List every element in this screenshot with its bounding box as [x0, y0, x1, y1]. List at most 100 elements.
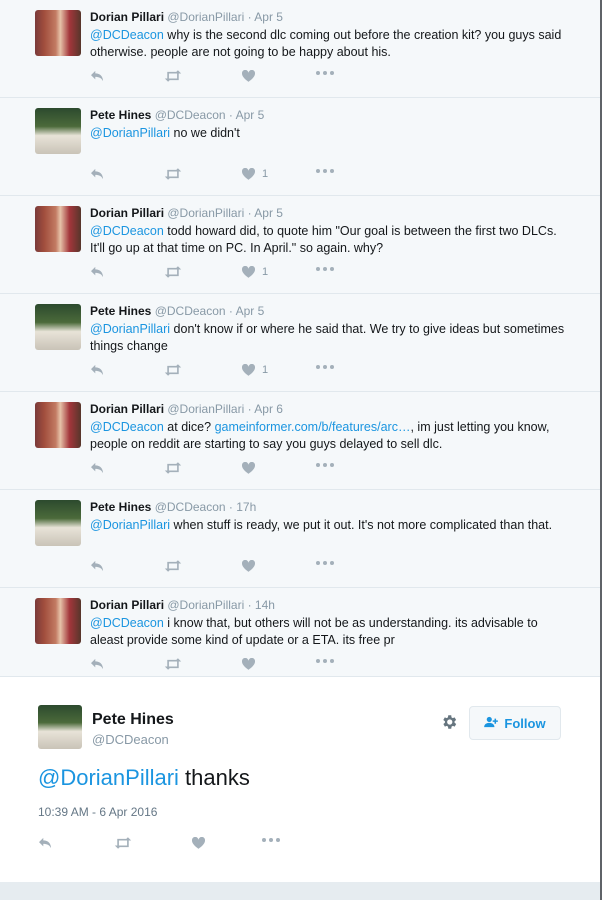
reply-button[interactable] [90, 168, 104, 180]
separator: · [244, 402, 255, 416]
retweet-button[interactable] [114, 837, 132, 849]
tweet[interactable]: Dorian Pillari @DorianPillari · Apr 5 @DC… [0, 196, 600, 294]
author-handle[interactable]: @DorianPillari [167, 206, 244, 220]
avatar[interactable] [35, 500, 81, 546]
author-handle[interactable]: @DorianPillari [167, 598, 244, 612]
retweet-button[interactable] [164, 70, 182, 82]
heart-icon [192, 837, 205, 849]
reply-button[interactable] [90, 70, 104, 82]
avatar[interactable] [35, 402, 81, 448]
retweet-button[interactable] [164, 364, 182, 376]
more-icon [316, 462, 334, 468]
like-button[interactable] [242, 70, 262, 82]
reply-button[interactable] [90, 266, 104, 278]
tweet[interactable]: Pete Hines @DCDeacon · Apr 5 @DorianPilla… [0, 294, 600, 392]
retweet-icon [114, 837, 132, 849]
separator: · [225, 304, 236, 318]
reply-button[interactable] [90, 658, 104, 670]
retweet-button[interactable] [164, 168, 182, 180]
more-button[interactable] [262, 837, 280, 843]
tweet-date[interactable]: 17h [236, 500, 256, 514]
author-name[interactable]: Pete Hines [90, 500, 151, 514]
tweet-date[interactable]: Apr 5 [254, 206, 283, 220]
more-button[interactable] [316, 266, 334, 272]
avatar[interactable] [35, 304, 81, 350]
mention-link[interactable]: @DCDeacon [90, 28, 164, 42]
reply-button[interactable] [90, 364, 104, 376]
mention-link[interactable]: @DCDeacon [90, 224, 164, 238]
reply-icon [90, 168, 104, 180]
follow-button[interactable]: Follow [469, 706, 561, 740]
tweet[interactable]: Pete Hines @DCDeacon · 17h @DorianPillari… [0, 490, 600, 588]
mention-link[interactable]: @DorianPillari [90, 518, 170, 532]
author-name[interactable]: Dorian Pillari [90, 206, 164, 220]
tweet-date[interactable]: Apr 6 [254, 402, 283, 416]
retweet-button[interactable] [164, 266, 182, 278]
more-button[interactable] [316, 70, 334, 76]
avatar[interactable] [35, 10, 81, 56]
tweet[interactable]: Pete Hines @DCDeacon · Apr 5 @DorianPilla… [0, 98, 600, 196]
like-button[interactable] [242, 658, 262, 670]
author-name[interactable]: Pete Hines [90, 108, 151, 122]
reply-button[interactable] [38, 837, 52, 849]
heart-icon [242, 658, 255, 670]
retweet-button[interactable] [164, 462, 182, 474]
author-name[interactable]: Dorian Pillari [90, 598, 164, 612]
author-handle[interactable]: @DCDeacon [155, 500, 226, 514]
author-name[interactable]: Dorian Pillari [90, 10, 164, 24]
retweet-button[interactable] [164, 658, 182, 670]
like-button[interactable]: 1 [242, 168, 268, 180]
tweet-date[interactable]: Apr 5 [236, 108, 265, 122]
more-icon [316, 560, 334, 566]
timestamp[interactable]: 10:39 AM - 6 Apr 2016 [38, 805, 157, 819]
like-count: 1 [262, 266, 269, 278]
tweet-text: @DorianPillari thanks [38, 765, 250, 791]
mention-link[interactable]: @DCDeacon [90, 420, 164, 434]
author-handle[interactable]: @DorianPillari [167, 10, 244, 24]
mention-link[interactable]: @DorianPillari [38, 765, 179, 790]
tweet-date[interactable]: Apr 5 [236, 304, 265, 318]
reply-button[interactable] [90, 462, 104, 474]
author-name[interactable]: Dorian Pillari [90, 402, 164, 416]
author-handle[interactable]: @DCDeacon [155, 108, 226, 122]
mention-link[interactable]: @DorianPillari [90, 322, 170, 336]
mention-link[interactable]: @DCDeacon [90, 616, 164, 630]
heart-icon [242, 266, 255, 278]
author-handle[interactable]: @DCDeacon [155, 304, 226, 318]
tweet[interactable]: Dorian Pillari @DorianPillari · 14h @DCDe… [0, 588, 600, 686]
avatar[interactable] [35, 598, 81, 644]
avatar[interactable] [38, 705, 82, 749]
retweet-button[interactable] [164, 560, 182, 572]
tweet[interactable]: Dorian Pillari @DorianPillari · Apr 5 @DC… [0, 0, 600, 98]
more-button[interactable] [316, 462, 334, 468]
author-name[interactable]: Pete Hines [92, 711, 174, 729]
like-button[interactable] [242, 462, 262, 474]
like-button[interactable]: 1 [242, 266, 268, 278]
tweet[interactable]: Dorian Pillari @DorianPillari · Apr 6 @DC… [0, 392, 600, 490]
url-link[interactable]: gameinformer.com/b/features/arc… [215, 420, 411, 434]
reply-button[interactable] [90, 560, 104, 572]
like-button[interactable] [242, 560, 262, 572]
mention-link[interactable]: @DorianPillari [90, 126, 170, 140]
tweet-date[interactable]: Apr 5 [254, 10, 283, 24]
more-button[interactable] [316, 364, 334, 370]
more-button[interactable] [316, 168, 334, 174]
tweet-text: @DorianPillari no we didn't [90, 125, 570, 142]
retweet-icon [164, 462, 182, 474]
tweet-body: thanks [178, 765, 250, 790]
follow-label: Follow [504, 715, 546, 731]
author-handle[interactable]: @DCDeacon [92, 732, 169, 747]
like-button[interactable]: 1 [242, 364, 268, 376]
avatar[interactable] [35, 108, 81, 154]
like-button[interactable] [192, 837, 205, 849]
separator: · [244, 206, 255, 220]
author-handle[interactable]: @DorianPillari [167, 402, 244, 416]
more-button[interactable] [316, 658, 334, 664]
more-button[interactable] [316, 560, 334, 566]
gear-icon[interactable] [440, 713, 458, 736]
avatar[interactable] [35, 206, 81, 252]
tweet-date[interactable]: 14h [255, 598, 275, 612]
reply-icon [90, 266, 104, 278]
tweet-text: @DCDeacon at dice? gameinformer.com/b/fe… [90, 419, 570, 453]
author-name[interactable]: Pete Hines [90, 304, 151, 318]
